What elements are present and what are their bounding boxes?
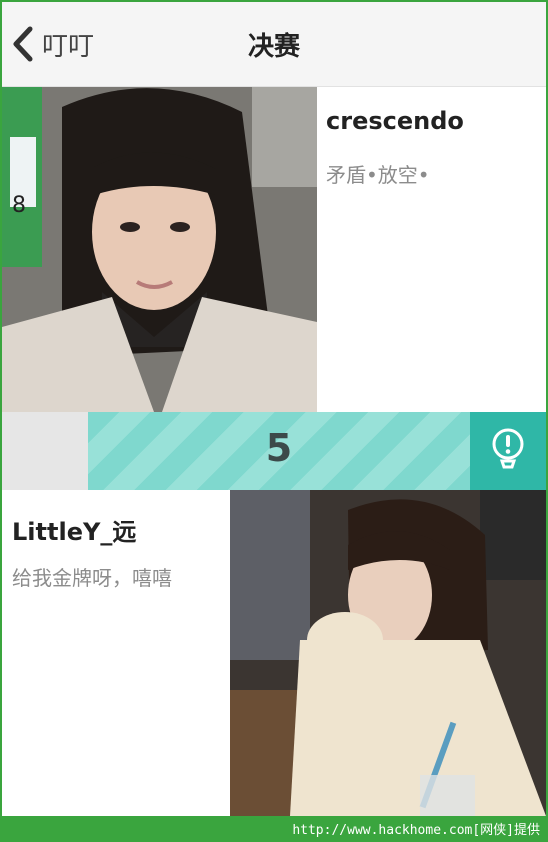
vote-count: 5 xyxy=(265,426,293,470)
vote-progress-empty xyxy=(2,412,88,490)
entry-name: LittleY_远 xyxy=(12,518,137,546)
entry-name: crescendo xyxy=(326,107,464,135)
entry-photo-2[interactable] xyxy=(230,490,546,816)
entry-motto: 矛盾•放空• xyxy=(326,163,430,187)
lightbulb-exclamation-icon xyxy=(491,428,525,474)
page-title: 决赛 xyxy=(247,32,300,62)
svg-text:8: 8 xyxy=(12,193,26,218)
vote-progress-fill: 5 xyxy=(88,412,470,490)
app-screen: 叮叮 决赛 8 crescendo 矛盾•放空• 5 LittleY_远 给我金… xyxy=(2,2,546,840)
entry-card-2[interactable]: LittleY_远 给我金牌呀，嘻嘻 xyxy=(2,490,546,816)
entry-card-1[interactable]: 8 crescendo 矛盾•放空• xyxy=(2,87,546,412)
watermark-footer: http://www.hackhome.com[网侠]提供 xyxy=(2,816,546,840)
watermark-text: http://www.hackhome.com[网侠]提供 xyxy=(292,823,540,838)
vote-bar: 5 xyxy=(2,412,546,490)
tip-button[interactable] xyxy=(470,412,546,490)
entry-motto: 给我金牌呀，嘻嘻 xyxy=(12,566,172,590)
entry-photo-1[interactable]: 8 xyxy=(2,87,317,412)
top-bar: 叮叮 决赛 xyxy=(2,2,546,87)
